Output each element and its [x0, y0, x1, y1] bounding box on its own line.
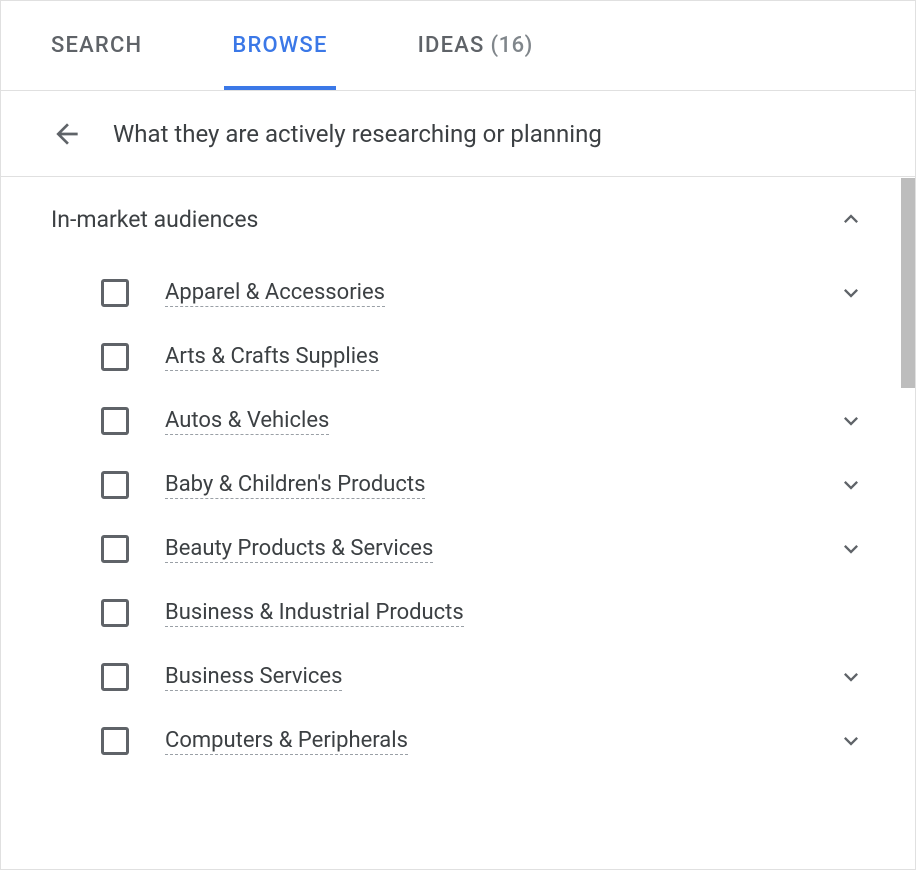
checkbox[interactable] — [101, 343, 129, 371]
list-item-label[interactable]: Business & Industrial Products — [165, 600, 464, 627]
list-item: Business Services — [51, 645, 875, 709]
list-item: Computers & Peripherals — [51, 709, 875, 773]
chevron-down-icon[interactable] — [837, 535, 865, 563]
tab-ideas-count: (16) — [491, 33, 533, 58]
section-title: In-market audiences — [51, 206, 258, 233]
list-item-label[interactable]: Apparel & Accessories — [165, 280, 385, 307]
checkbox[interactable] — [101, 663, 129, 691]
tab-ideas[interactable]: IDEAS (16) — [418, 1, 533, 90]
chevron-up-icon — [837, 205, 865, 233]
chevron-down-icon[interactable] — [837, 407, 865, 435]
checkbox[interactable] — [101, 535, 129, 563]
back-arrow-icon[interactable] — [51, 118, 83, 150]
checkbox[interactable] — [101, 599, 129, 627]
section-in-market-audiences[interactable]: In-market audiences — [51, 177, 875, 261]
list-item-label[interactable]: Computers & Peripherals — [165, 728, 408, 755]
breadcrumb-title: What they are actively researching or pl… — [113, 120, 602, 148]
list-item: Autos & Vehicles — [51, 389, 875, 453]
list-item: Business & Industrial Products — [51, 581, 875, 645]
chevron-down-icon[interactable] — [837, 279, 865, 307]
tab-ideas-label: IDEAS — [418, 33, 485, 58]
checkbox[interactable] — [101, 407, 129, 435]
tab-bar: SEARCH BROWSE IDEAS (16) — [1, 1, 915, 91]
breadcrumb: What they are actively researching or pl… — [1, 91, 915, 177]
list-item: Apparel & Accessories — [51, 261, 875, 325]
list-item-label[interactable]: Arts & Crafts Supplies — [165, 344, 379, 371]
audience-picker-panel: SEARCH BROWSE IDEAS (16) What they are a… — [0, 0, 916, 870]
list-item-label[interactable]: Business Services — [165, 664, 342, 691]
list-item: Beauty Products & Services — [51, 517, 875, 581]
list-item-label[interactable]: Baby & Children's Products — [165, 472, 425, 499]
list-item: Baby & Children's Products — [51, 453, 875, 517]
checkbox[interactable] — [101, 727, 129, 755]
tab-search[interactable]: SEARCH — [51, 1, 142, 90]
audience-list-scroll[interactable]: In-market audiences Apparel & Accessorie… — [1, 177, 915, 869]
chevron-down-icon[interactable] — [837, 663, 865, 691]
list-item-label[interactable]: Beauty Products & Services — [165, 536, 433, 563]
chevron-down-icon[interactable] — [837, 727, 865, 755]
checkbox[interactable] — [101, 471, 129, 499]
checkbox[interactable] — [101, 279, 129, 307]
list-item: Arts & Crafts Supplies — [51, 325, 875, 389]
tab-browse[interactable]: BROWSE — [232, 1, 327, 90]
chevron-down-icon[interactable] — [837, 471, 865, 499]
scrollbar-thumb[interactable] — [901, 178, 915, 388]
list-item-label[interactable]: Autos & Vehicles — [165, 408, 329, 435]
